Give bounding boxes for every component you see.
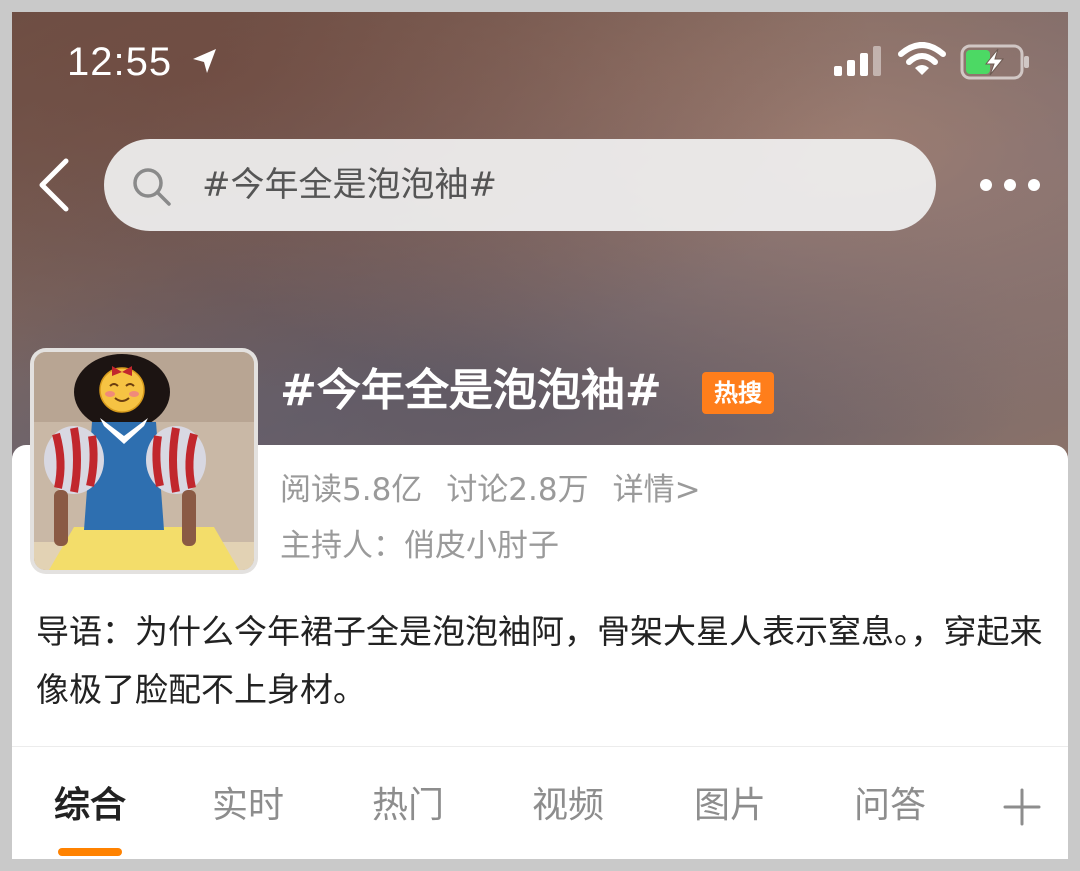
chevron-left-icon	[39, 158, 69, 212]
tab-images[interactable]: 图片	[694, 782, 766, 830]
active-tab-indicator	[58, 848, 122, 856]
wifi-icon	[898, 42, 946, 75]
topic-title: #今年全是泡泡袖#	[280, 365, 662, 416]
hot-search-badge: 热搜	[702, 372, 774, 414]
screenshot-frame: 12:55 #今年全是泡泡袖# #今年全是泡泡袖# 热搜 阅读5.8亿 讨论2.…	[12, 12, 1068, 859]
tab-qa[interactable]: 问答	[854, 782, 926, 830]
topic-cover-image[interactable]	[30, 348, 258, 574]
section-divider	[12, 746, 1068, 747]
status-time: 12:55	[67, 40, 173, 84]
plus-icon[interactable]	[1002, 787, 1042, 827]
back-button[interactable]	[32, 157, 82, 213]
battery-charging-icon	[960, 44, 1029, 80]
location-arrow-icon	[193, 49, 216, 73]
tab-realtime[interactable]: 实时	[212, 782, 284, 830]
search-bar[interactable]: #今年全是泡泡袖#	[104, 139, 936, 231]
tab-comprehensive[interactable]: 综合	[54, 782, 126, 830]
topic-intro: 导语：为什么今年裙子全是泡泡袖阿，骨架大星人表示窒息。，穿起来像极了脸配不上身材…	[36, 612, 1043, 709]
search-icon	[133, 168, 171, 206]
more-options-button[interactable]	[978, 176, 1042, 196]
more-dots-icon	[980, 179, 992, 191]
search-query-text[interactable]: #今年全是泡泡袖#	[202, 163, 497, 207]
topic-stats: 阅读5.8亿 讨论2.8万 详情>	[280, 468, 701, 512]
puff-sleeve-dress-photo	[34, 352, 254, 570]
topic-host[interactable]: 主持人：俏皮小肘子	[280, 524, 559, 568]
cellular-signal-icon	[834, 46, 881, 76]
tab-video[interactable]: 视频	[532, 782, 604, 830]
discussion-count: 讨论2.8万	[446, 472, 589, 508]
tab-hot[interactable]: 热门	[372, 782, 444, 830]
details-link[interactable]: 详情>	[613, 472, 701, 508]
read-count: 阅读5.8亿	[280, 472, 423, 508]
